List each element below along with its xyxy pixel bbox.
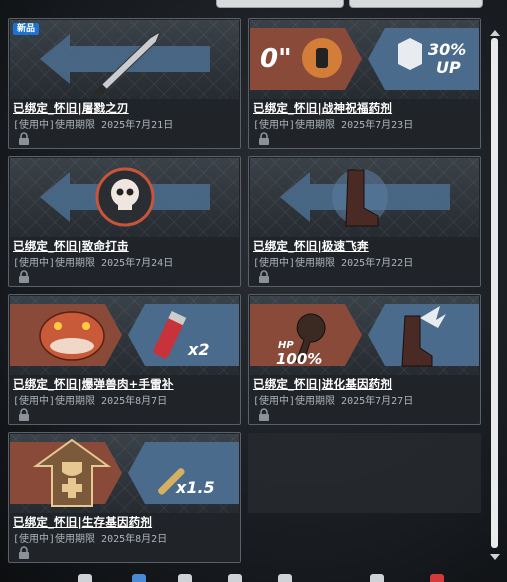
- item-title: 已绑定_怀旧|进化基因药剂: [253, 377, 393, 391]
- item-expiry: [使用中]使用期限 2025年7月24日: [13, 258, 174, 269]
- overlay-right-text: 30%: [428, 40, 467, 59]
- top-tab-button-1[interactable]: [216, 0, 344, 8]
- item-art: 新品: [10, 20, 239, 99]
- item-title: 已绑定_怀旧|爆弹兽肉+手雷补: [13, 377, 174, 391]
- item-expiry: [使用中]使用期限 2025年7月22日: [253, 258, 414, 269]
- toolbar-icon[interactable]: [370, 574, 384, 582]
- overlay-right-sub: UP: [436, 58, 461, 77]
- item-title: 已绑定_怀旧|极速飞奔: [253, 239, 369, 253]
- overlay-right-text: x1.5: [176, 478, 215, 497]
- inventory-item-card[interactable]: 新品 已绑定_怀旧|屠戮之刃 [使用中]使用期限 2025年7月21日: [8, 18, 241, 149]
- overlay-left-sub: 100%: [276, 350, 323, 368]
- item-title: 已绑定_怀旧|战神祝福药剂: [253, 101, 393, 115]
- item-title: 已绑定_怀旧|屠戮之刃: [13, 101, 129, 115]
- toolbar-icon[interactable]: [228, 574, 242, 582]
- lock-icon: [259, 408, 269, 421]
- vertical-scrollbar[interactable]: [488, 30, 502, 565]
- lock-icon: [259, 270, 269, 283]
- item-art: [250, 158, 479, 237]
- lock-icon: [19, 132, 29, 145]
- item-expiry: [使用中]使用期限 2025年7月23日: [253, 120, 414, 131]
- scroll-down-arrow-icon[interactable]: [490, 554, 500, 560]
- top-tab-button-2[interactable]: [349, 0, 483, 8]
- new-badge: 新品: [13, 23, 40, 35]
- toolbar-icon[interactable]: [430, 574, 444, 582]
- toolbar-icon[interactable]: [132, 574, 146, 582]
- scrollbar-thumb[interactable]: [491, 38, 498, 548]
- overlay-left-text: 0": [260, 44, 292, 74]
- bottom-toolbar: [70, 574, 470, 582]
- item-expiry: [使用中]使用期限 2025年7月21日: [13, 120, 174, 131]
- lock-icon: [19, 270, 29, 283]
- overlay-right-text: x2: [188, 340, 210, 359]
- inventory-item-card[interactable]: HP 100% 已绑定_怀旧|进化基因药剂 [使用中]使用期限 2025年7月2…: [248, 294, 481, 425]
- item-art: x1.5: [10, 434, 239, 513]
- item-expiry: [使用中]使用期限 2025年7月27日: [253, 396, 414, 407]
- item-art: HP 100%: [250, 296, 479, 375]
- toolbar-icon[interactable]: [278, 574, 292, 582]
- item-title: 已绑定_怀旧|致命打击: [13, 239, 129, 253]
- item-title: 已绑定_怀旧|生存基因药剂: [13, 515, 153, 529]
- item-art: x2: [10, 296, 239, 375]
- item-art: 0" 30% UP: [250, 20, 479, 99]
- inventory-item-card[interactable]: 已绑定_怀旧|致命打击 [使用中]使用期限 2025年7月24日: [8, 156, 241, 287]
- scroll-up-arrow-icon[interactable]: [490, 30, 500, 36]
- fist-buff-icon: [316, 48, 328, 68]
- toolbar-icon[interactable]: [78, 574, 92, 582]
- inventory-item-card[interactable]: x1.5 已绑定_怀旧|生存基因药剂 [使用中]使用期限 2025年8月2日: [8, 432, 241, 563]
- toolbar-icon[interactable]: [178, 574, 192, 582]
- item-expiry: [使用中]使用期限 2025年8月2日: [13, 534, 168, 545]
- lock-icon: [19, 546, 29, 559]
- inventory-item-card[interactable]: x2 已绑定_怀旧|爆弹兽肉+手雷补 [使用中]使用期限 2025年8月7日: [8, 294, 241, 425]
- item-art: [10, 158, 239, 237]
- inventory-item-card[interactable]: 0" 30% UP 已绑定_怀旧|战神祝福药剂 [使用中]使用期限 2025年7…: [248, 18, 481, 149]
- item-expiry: [使用中]使用期限 2025年8月7日: [13, 396, 168, 407]
- empty-item-slot[interactable]: [248, 433, 481, 513]
- lock-icon: [19, 408, 29, 421]
- inventory-item-card[interactable]: 已绑定_怀旧|极速飞奔 [使用中]使用期限 2025年7月22日: [248, 156, 481, 287]
- lock-icon: [259, 132, 269, 145]
